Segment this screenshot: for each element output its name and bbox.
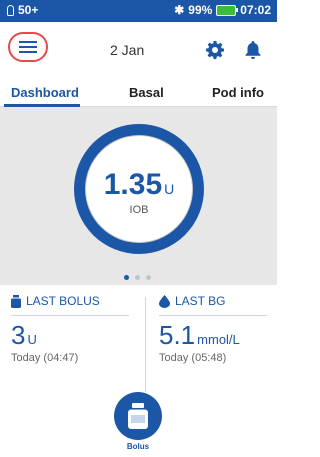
app-screen: 50+ ✱ 99% 07:02 2 Jan Dashboard Basal Po… <box>0 0 277 457</box>
page-dot <box>146 275 151 280</box>
status-bar: 50+ ✱ 99% 07:02 <box>0 0 277 22</box>
last-bg-value: 5.1 mmol/L <box>159 320 240 351</box>
iob-ring: 1.35 U IOB <box>74 124 204 254</box>
last-bg-card[interactable]: LAST BG 5.1 mmol/L Today (05:48) <box>159 293 279 364</box>
bolus-control: Bolus <box>110 392 166 451</box>
dashboard-panel: 1.35 U IOB <box>0 107 277 285</box>
last-bolus-unit: U <box>27 332 37 347</box>
menu-button[interactable] <box>8 32 48 62</box>
page-dot <box>124 275 129 280</box>
page-dot <box>135 275 140 280</box>
pod-icon <box>7 4 14 16</box>
gear-icon[interactable] <box>205 40 225 60</box>
last-bg-unit: mmol/L <box>197 332 240 347</box>
bell-icon[interactable] <box>244 40 262 60</box>
menu-icon <box>19 41 37 53</box>
clock: 07:02 <box>240 3 271 17</box>
last-bolus-header: LAST BOLUS <box>11 293 131 309</box>
iob-value: 1.35 U <box>86 168 192 202</box>
iob-label: IOB <box>129 204 149 216</box>
tab-bar: Dashboard Basal Pod info <box>0 78 277 107</box>
system-status: ✱ 99% 07:02 <box>174 3 271 17</box>
pod-status: 50+ <box>7 3 38 17</box>
tab-basal[interactable]: Basal <box>129 85 164 100</box>
last-bolus-value: 3U <box>11 320 37 351</box>
bolus-button[interactable] <box>114 392 162 440</box>
current-date: 2 Jan <box>110 42 145 58</box>
last-bolus-title: LAST BOLUS <box>26 294 100 308</box>
tab-pod-info[interactable]: Pod info <box>212 85 264 100</box>
bolus-label: Bolus <box>126 442 150 451</box>
last-bolus-card[interactable]: LAST BOLUS 3U Today (04:47) <box>11 293 131 364</box>
iob-display[interactable]: 1.35 U IOB <box>85 135 193 243</box>
last-bg-header: LAST BG <box>159 293 279 309</box>
last-bg-time: Today (05:48) <box>159 352 227 364</box>
insulin-bottle-icon <box>128 403 148 429</box>
iob-unit: U <box>164 181 175 197</box>
last-bg-number: 5.1 <box>159 320 196 350</box>
last-bg-title: LAST BG <box>175 294 226 308</box>
iob-number: 1.35 <box>103 168 163 201</box>
blood-drop-icon <box>159 294 170 308</box>
info-section: LAST BOLUS 3U Today (04:47) LAST BG 5.1 m… <box>0 285 277 400</box>
vertical-divider <box>145 297 146 392</box>
card-divider <box>159 315 267 316</box>
battery-icon <box>216 4 239 16</box>
app-header: 2 Jan <box>0 22 277 78</box>
battery-percent: 99% <box>188 3 213 17</box>
bluetooth-icon: ✱ <box>174 3 185 17</box>
page-indicator[interactable] <box>124 275 151 280</box>
pod-level: 50+ <box>18 3 39 17</box>
card-divider <box>11 315 129 316</box>
tab-dashboard[interactable]: Dashboard <box>11 85 79 100</box>
last-bolus-number: 3 <box>11 320 26 350</box>
insulin-bottle-icon <box>11 294 21 308</box>
last-bolus-time: Today (04:47) <box>11 352 79 364</box>
